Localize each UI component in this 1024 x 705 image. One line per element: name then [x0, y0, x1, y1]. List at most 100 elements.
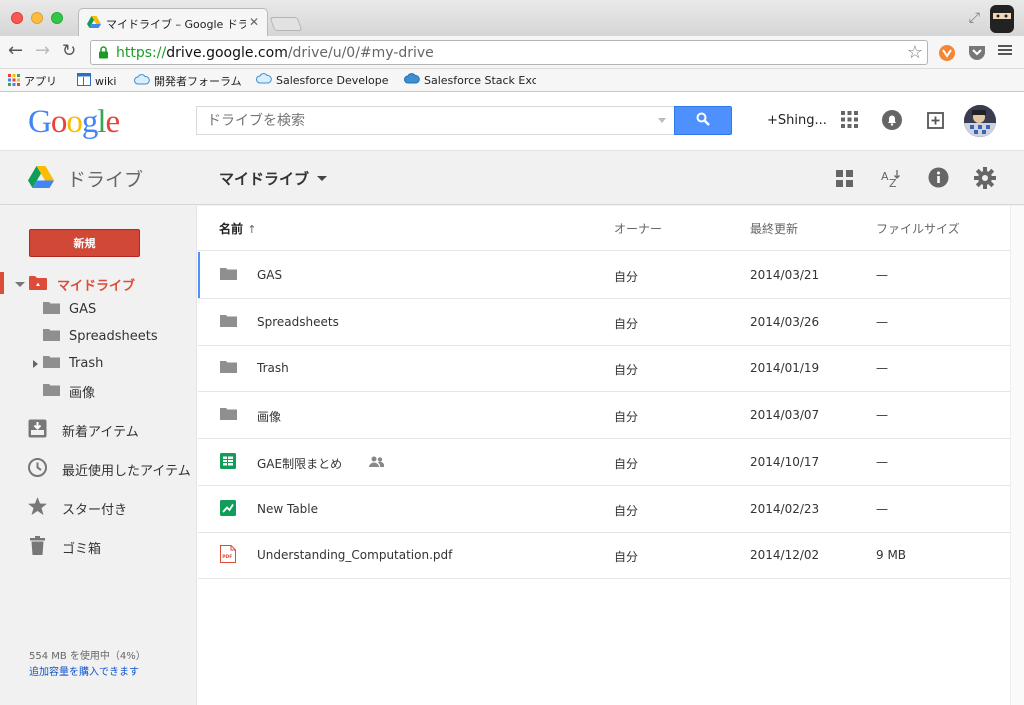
search-button[interactable] — [674, 106, 732, 135]
search-input[interactable] — [197, 107, 674, 134]
file-modified: 2014/03/26 — [750, 315, 820, 329]
sidebar-item-starred[interactable]: スター付き — [28, 497, 127, 519]
column-header-modified[interactable]: 最終更新 — [750, 220, 798, 237]
chrome-menu-icon[interactable] — [998, 43, 1012, 60]
file-list: 名前 ↑ オーナー 最終更新 ファイルサイズ GAS 自分 2014/03/21… — [198, 206, 1024, 705]
info-icon[interactable] — [928, 167, 949, 191]
zoom-window-button[interactable] — [51, 12, 63, 24]
drive-folder-icon — [29, 275, 47, 294]
table-row[interactable]: GAS 自分 2014/03/21 — — [198, 252, 1010, 299]
bookmark-sf-developer[interactable]: Salesforce Developer — [256, 73, 388, 87]
column-header-size[interactable]: ファイルサイズ — [876, 220, 960, 237]
file-size: 9 MB — [876, 548, 907, 562]
bookmark-label: wiki — [95, 74, 117, 88]
column-header-owner[interactable]: オーナー — [614, 220, 662, 237]
drive-favicon-icon — [87, 16, 101, 31]
file-name: Understanding_Computation.pdf — [257, 548, 453, 562]
sidebar-folder-trash[interactable]: Trash — [33, 355, 103, 372]
user-name-link[interactable]: +Shing... — [767, 113, 827, 128]
bookmark-sf-stack[interactable]: Salesforce Stack Exch — [404, 73, 536, 87]
column-header-name[interactable]: 名前 ↑ — [219, 220, 256, 237]
close-window-button[interactable] — [11, 12, 23, 24]
bookmark-label: アプリ — [24, 75, 57, 88]
sidebar: 新規 マイドライブ GAS Spreadsheets Trash 画像 新着アイ… — [0, 206, 197, 705]
bookmark-label: Salesforce Stack Exch — [424, 73, 536, 87]
grid-view-icon[interactable] — [836, 170, 853, 190]
table-row[interactable]: PDF Understanding_Computation.pdf 自分 201… — [198, 532, 1010, 579]
tab-close-icon[interactable]: ✕ — [249, 15, 259, 29]
folder-title-dropdown[interactable]: マイドライブ — [219, 168, 328, 189]
pdf-icon: PDF — [220, 545, 238, 563]
avatar[interactable] — [964, 105, 996, 137]
new-tab-button[interactable] — [269, 17, 303, 31]
sidebar-item-label: マイドライブ — [57, 279, 136, 294]
file-name: New Table — [257, 502, 319, 516]
folder-icon — [43, 328, 60, 345]
sidebar-folder-gas[interactable]: GAS — [43, 301, 96, 318]
google-logo[interactable]: Google — [28, 104, 120, 141]
app-title[interactable]: ドライブ — [67, 165, 143, 192]
file-modified: 2014/12/02 — [750, 548, 820, 562]
spreadsheet-icon — [220, 453, 238, 469]
folder-icon — [220, 267, 238, 283]
storage-usage-text: 554 MB を使用中（4%） — [29, 651, 146, 662]
google-header: Google +Shing... — [0, 92, 1024, 151]
new-button[interactable]: 新規 — [29, 229, 140, 257]
reload-icon[interactable]: ↻ — [62, 42, 76, 60]
svg-text:A: A — [881, 170, 889, 183]
browser-tab[interactable]: マイドライブ – Google ドラ ✕ — [78, 8, 268, 36]
minimize-window-button[interactable] — [31, 12, 43, 24]
bookmark-dev-forum[interactable]: 開発者フォーラム — [134, 73, 242, 89]
browser-titlebar: マイドライブ – Google ドラ ✕ ⤢ — [0, 0, 1024, 36]
shared-people-icon — [369, 456, 385, 470]
sort-az-icon[interactable]: AZ — [880, 168, 902, 193]
settings-gear-icon[interactable] — [974, 167, 996, 192]
drive-logo-icon[interactable] — [28, 166, 54, 191]
bookmark-wiki[interactable]: wiki — [77, 73, 116, 89]
collapse-triangle-icon[interactable] — [15, 282, 25, 287]
tab-title: マイドライブ – Google ドラ — [106, 18, 246, 31]
apps-grid-icon — [8, 73, 20, 89]
apps-launcher-icon[interactable] — [841, 111, 858, 131]
folder-icon — [220, 314, 238, 330]
scrollbar-track[interactable] — [1010, 206, 1024, 705]
table-row[interactable]: GAE制限まとめ 自分 2014/10/17 — — [198, 439, 1010, 486]
sidebar-item-my-drive[interactable]: マイドライブ — [15, 275, 135, 294]
table-row[interactable]: Spreadsheets 自分 2014/03/26 — — [198, 299, 1010, 346]
extension-fox-icon[interactable] — [938, 44, 956, 65]
pocket-icon[interactable] — [968, 44, 986, 63]
clock-icon — [28, 458, 47, 481]
sidebar-item-recent[interactable]: 最近使用したアイテム — [28, 458, 191, 481]
expand-triangle-icon[interactable] — [33, 359, 38, 368]
search-icon — [696, 112, 710, 129]
bookmark-apps[interactable]: アプリ — [8, 73, 57, 89]
star-icon — [28, 497, 47, 519]
sidebar-item-label: 新着アイテム — [62, 425, 139, 440]
profile-ninja-icon[interactable] — [988, 3, 1016, 33]
file-size: — — [876, 455, 888, 469]
back-arrow-icon[interactable]: ← — [8, 42, 23, 60]
table-row[interactable]: New Table 自分 2014/02/23 — — [198, 486, 1010, 533]
bookmark-label: 開発者フォーラム — [154, 75, 242, 88]
sidebar-item-label: 画像 — [69, 386, 96, 401]
bookmark-star-icon[interactable]: ☆ — [907, 42, 923, 63]
buy-storage-link[interactable]: 追加容量を購入できます — [29, 665, 146, 681]
sidebar-item-trash[interactable]: ゴミ箱 — [30, 536, 101, 559]
sidebar-folder-images[interactable]: 画像 — [43, 382, 95, 401]
file-size: — — [876, 315, 888, 329]
search-options-caret-icon[interactable] — [658, 118, 666, 123]
active-indicator — [0, 272, 4, 294]
share-plus-icon[interactable] — [927, 110, 946, 132]
fullscreen-icon[interactable]: ⤢ — [969, 10, 980, 26]
sidebar-folder-spreadsheets[interactable]: Spreadsheets — [43, 328, 158, 345]
sidebar-item-label: 最近使用したアイテム — [62, 464, 191, 479]
notifications-bell-icon[interactable] — [882, 110, 902, 133]
table-row[interactable]: 画像 自分 2014/03/07 — — [198, 392, 1010, 439]
file-modified: 2014/01/19 — [750, 361, 820, 375]
sidebar-item-incoming[interactable]: 新着アイテム — [28, 419, 139, 442]
table-row[interactable]: Trash 自分 2014/01/19 — — [198, 345, 1010, 392]
search-box[interactable] — [196, 106, 674, 135]
address-bar[interactable]: https://drive.google.com/drive/u/0/#my-d… — [90, 40, 928, 65]
drive-toolbar: ドライブ マイドライブ AZ — [0, 151, 1024, 205]
forward-arrow-icon[interactable]: → — [35, 42, 50, 60]
